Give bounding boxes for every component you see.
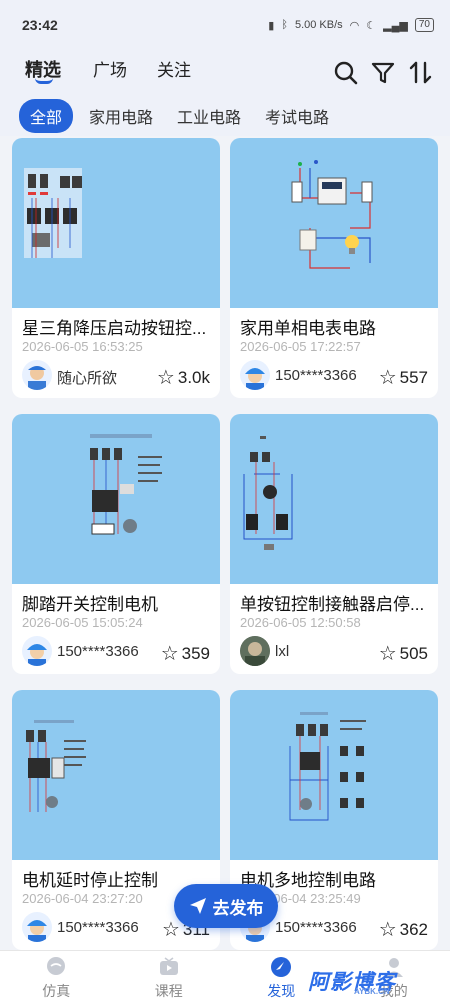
filter-home-circuit[interactable]: 家用电路 (81, 99, 161, 133)
card-title: 脚踏开关控制电机 (22, 595, 158, 614)
avatar[interactable] (240, 360, 270, 390)
nav-label: 课程 (154, 982, 183, 999)
sort-icon[interactable] (408, 60, 434, 86)
nav-label: 发现 (267, 982, 296, 999)
card-author: lxl (275, 643, 290, 660)
card-date: 2026-06-05 17:22:57 (240, 339, 361, 354)
bluetooth-icon: ᛒ (281, 19, 288, 31)
like-button[interactable]: ☆ 557 (379, 365, 428, 390)
card-title: 家用单相电表电路 (240, 319, 376, 338)
circuit-card[interactable]: 单按钮控制接触器启停... 2026-06-05 12:50:58 lxl ☆ … (230, 414, 438, 674)
active-tab-indicator (35, 78, 53, 84)
like-count: 557 (399, 367, 428, 387)
circuit-thumbnail (230, 414, 438, 584)
card-author: 150****3366 (57, 643, 139, 660)
circuit-thumbnail (230, 690, 438, 860)
star-icon: ☆ (378, 919, 397, 941)
card-author: 150****3366 (275, 919, 357, 936)
nav-simulation[interactable]: 仿真 (0, 951, 113, 1005)
like-button[interactable]: ☆ 505 (379, 641, 428, 666)
like-button[interactable]: ☆ 362 (379, 917, 428, 942)
send-icon (189, 898, 206, 914)
card-title: 单按钮控制接触器启停... (240, 595, 425, 614)
compass-icon (271, 956, 292, 977)
circuit-thumbnail (230, 138, 438, 308)
star-icon: ☆ (378, 643, 397, 665)
battery-indicator: 70 (414, 18, 434, 32)
publish-button[interactable]: 去发布 (174, 884, 278, 928)
watermark-logo: 阿影博客 AYBK.CN (308, 966, 396, 996)
publish-label: 去发布 (212, 898, 264, 918)
star-icon: ☆ (156, 367, 175, 389)
card-date: 2026-06-05 15:05:24 (22, 615, 143, 630)
filter-icon[interactable] (370, 60, 396, 86)
card-author: 150****3366 (57, 919, 139, 936)
star-icon: ☆ (160, 643, 179, 665)
like-count: 505 (399, 643, 428, 663)
card-author: 150****3366 (275, 367, 357, 384)
status-bar: 23:42 ▮ ᛒ 5.00 KB/s ◠ ☾ ▂▄▆ 70 (0, 0, 450, 50)
avatar[interactable] (22, 360, 52, 390)
network-speed: 5.00 KB/s (294, 19, 343, 31)
like-button[interactable]: ☆ 359 (161, 641, 210, 666)
like-button[interactable]: ☆ 3.0k (157, 365, 210, 390)
like-count: 362 (399, 919, 428, 939)
tab-square[interactable]: 广场 (93, 56, 127, 81)
top-bar: 精选 广场 关注 (0, 50, 450, 96)
moon-icon: ☾ (366, 19, 377, 32)
card-date: 2026-06-05 12:50:58 (240, 615, 361, 630)
search-icon[interactable] (333, 60, 359, 86)
card-date: 2026-06-05 16:53:25 (22, 339, 143, 354)
tab-follow[interactable]: 关注 (157, 56, 191, 81)
circuit-card[interactable]: 家用单相电表电路 2026-06-05 17:22:57 150****3366… (230, 138, 438, 398)
star-icon: ☆ (378, 367, 397, 389)
nav-course[interactable]: 课程 (113, 951, 226, 1005)
card-date: 2026-06-04 23:27:20 (22, 891, 143, 906)
vibrate-icon: ▮ (268, 19, 275, 32)
filter-exam-circuit[interactable]: 考试电路 (257, 99, 337, 133)
category-filter-row: 全部 家用电路 工业电路 考试电路 (0, 96, 450, 136)
status-time: 23:42 (22, 17, 58, 33)
filter-all[interactable]: 全部 (19, 99, 74, 133)
filter-industrial-circuit[interactable]: 工业电路 (169, 99, 249, 133)
star-icon: ☆ (161, 919, 180, 941)
avatar[interactable] (22, 636, 52, 666)
circuit-thumbnail (12, 690, 220, 860)
chat-bubble-icon (47, 956, 66, 975)
status-icons: ▮ ᛒ 5.00 KB/s ◠ ☾ ▂▄▆ 70 (268, 18, 434, 32)
like-count: 3.0k (177, 367, 210, 387)
like-count: 359 (181, 643, 210, 663)
watermark-sub: AYBK.CN (354, 987, 390, 996)
circuit-card[interactable]: 脚踏开关控制电机 2026-06-05 15:05:24 150****3366… (12, 414, 220, 674)
avatar[interactable] (22, 912, 52, 942)
circuit-card[interactable]: 星三角降压启动按钮控... 2026-06-05 16:53:25 随心所欲 ☆… (12, 138, 220, 398)
circuit-thumbnail (12, 414, 220, 584)
circuit-thumbnail (12, 138, 220, 308)
nav-label: 仿真 (42, 982, 71, 999)
avatar[interactable] (240, 636, 270, 666)
card-author: 随心所欲 (57, 370, 118, 387)
signal-icon: ▂▄▆ (383, 19, 408, 32)
tv-icon (159, 956, 178, 975)
card-title: 星三角降压启动按钮控... (22, 319, 207, 338)
wifi-icon: ◠ (349, 19, 360, 32)
